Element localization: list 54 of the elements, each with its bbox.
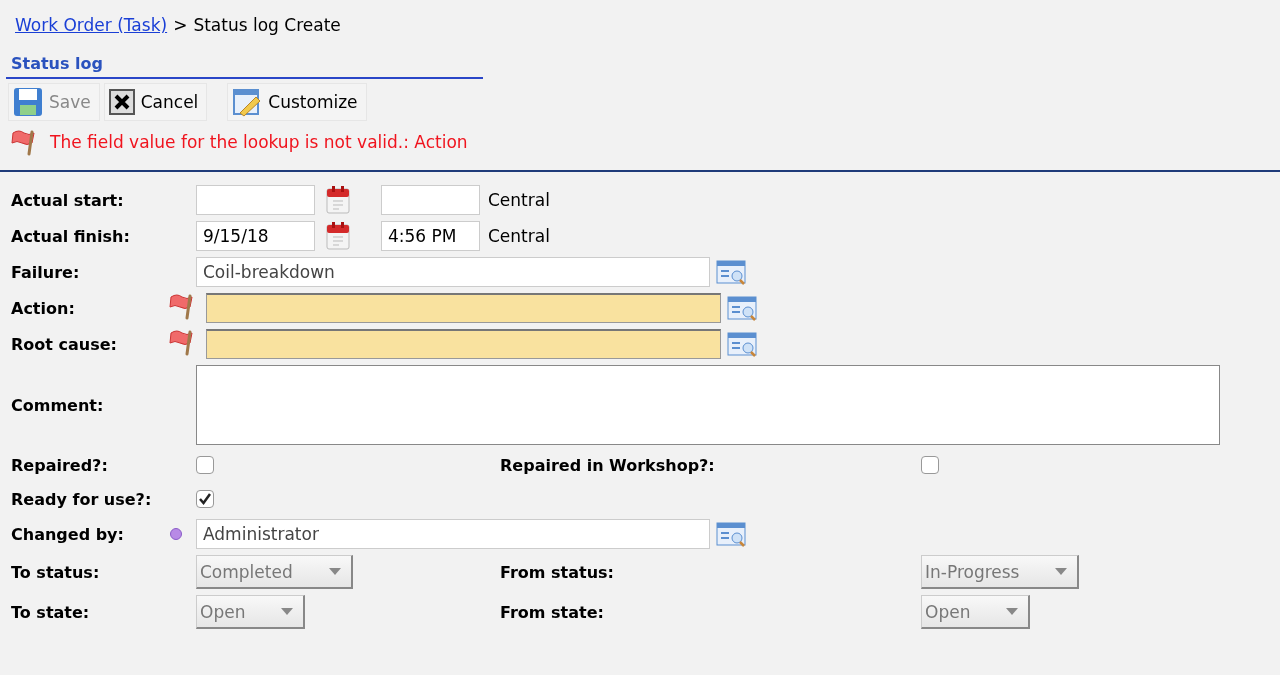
field-label: Failure:: [11, 262, 81, 282]
form-pencil-icon: [232, 87, 263, 117]
lookup-icon[interactable]: [714, 519, 748, 549]
calendar-icon[interactable]: [325, 221, 351, 251]
caret-icon: [328, 567, 341, 576]
field-label: From status:: [500, 562, 615, 582]
breadcrumb-separator: >: [173, 15, 188, 35]
time-field[interactable]: 4:56 PM: [381, 221, 480, 251]
field-label: Actual start:: [11, 190, 125, 210]
status-dropdown[interactable]: Open: [196, 595, 306, 629]
field-label: To state:: [11, 602, 91, 622]
flag-icon: [168, 292, 196, 320]
lookup-icon[interactable]: [714, 257, 748, 287]
caret-icon: [1055, 567, 1068, 576]
flag-icon: [10, 128, 38, 156]
field-label: Changed by:: [11, 524, 125, 544]
calendar-icon[interactable]: [325, 185, 351, 215]
field-label: To status:: [11, 562, 101, 582]
error-message: The field value for the lookup is not valid.: Action: [50, 132, 468, 152]
date-field[interactable]: 9/15/18: [196, 221, 315, 251]
lookup-field[interactable]: Administrator: [196, 519, 710, 549]
close-icon: [108, 89, 135, 115]
lookup-icon[interactable]: [725, 329, 759, 359]
checkbox[interactable]: [921, 456, 939, 474]
field-label: Comment:: [11, 395, 105, 415]
date-field[interactable]: [196, 185, 315, 215]
timezone-label: Central: [488, 226, 550, 246]
field-label: Repaired in Workshop?:: [500, 455, 716, 475]
toolbar-button[interactable]: Customize: [227, 83, 367, 121]
breadcrumb-link[interactable]: Work Order (Task): [15, 15, 168, 35]
status-dropdown[interactable]: Open: [921, 595, 1031, 629]
status-dropdown[interactable]: Completed: [196, 555, 353, 589]
lookup-field[interactable]: [206, 329, 721, 359]
lookup-field[interactable]: Coil-breakdown: [196, 257, 710, 287]
field-label: Root cause:: [11, 334, 118, 354]
toolbar-button[interactable]: Cancel: [103, 83, 208, 121]
comment-field[interactable]: [196, 365, 1220, 445]
caret-icon: [281, 607, 294, 616]
field-label: From state:: [500, 602, 605, 622]
lookup-field[interactable]: [206, 293, 721, 323]
checkbox[interactable]: [196, 456, 214, 474]
caret-icon: [1006, 607, 1019, 616]
lookup-icon[interactable]: [725, 293, 759, 323]
section-title: Status log: [11, 54, 104, 73]
field-label: Actual finish:: [11, 226, 131, 246]
timezone-label: Central: [488, 190, 550, 210]
field-label: Ready for use?:: [11, 489, 153, 509]
field-label: Repaired?:: [11, 455, 109, 475]
status-dropdown[interactable]: In-Progress: [921, 555, 1080, 589]
breadcrumb-current: Status log Create: [193, 15, 341, 35]
time-field[interactable]: [381, 185, 480, 215]
field-label: Action:: [11, 298, 76, 318]
flag-icon: [168, 328, 196, 356]
checkbox[interactable]: [196, 490, 214, 508]
